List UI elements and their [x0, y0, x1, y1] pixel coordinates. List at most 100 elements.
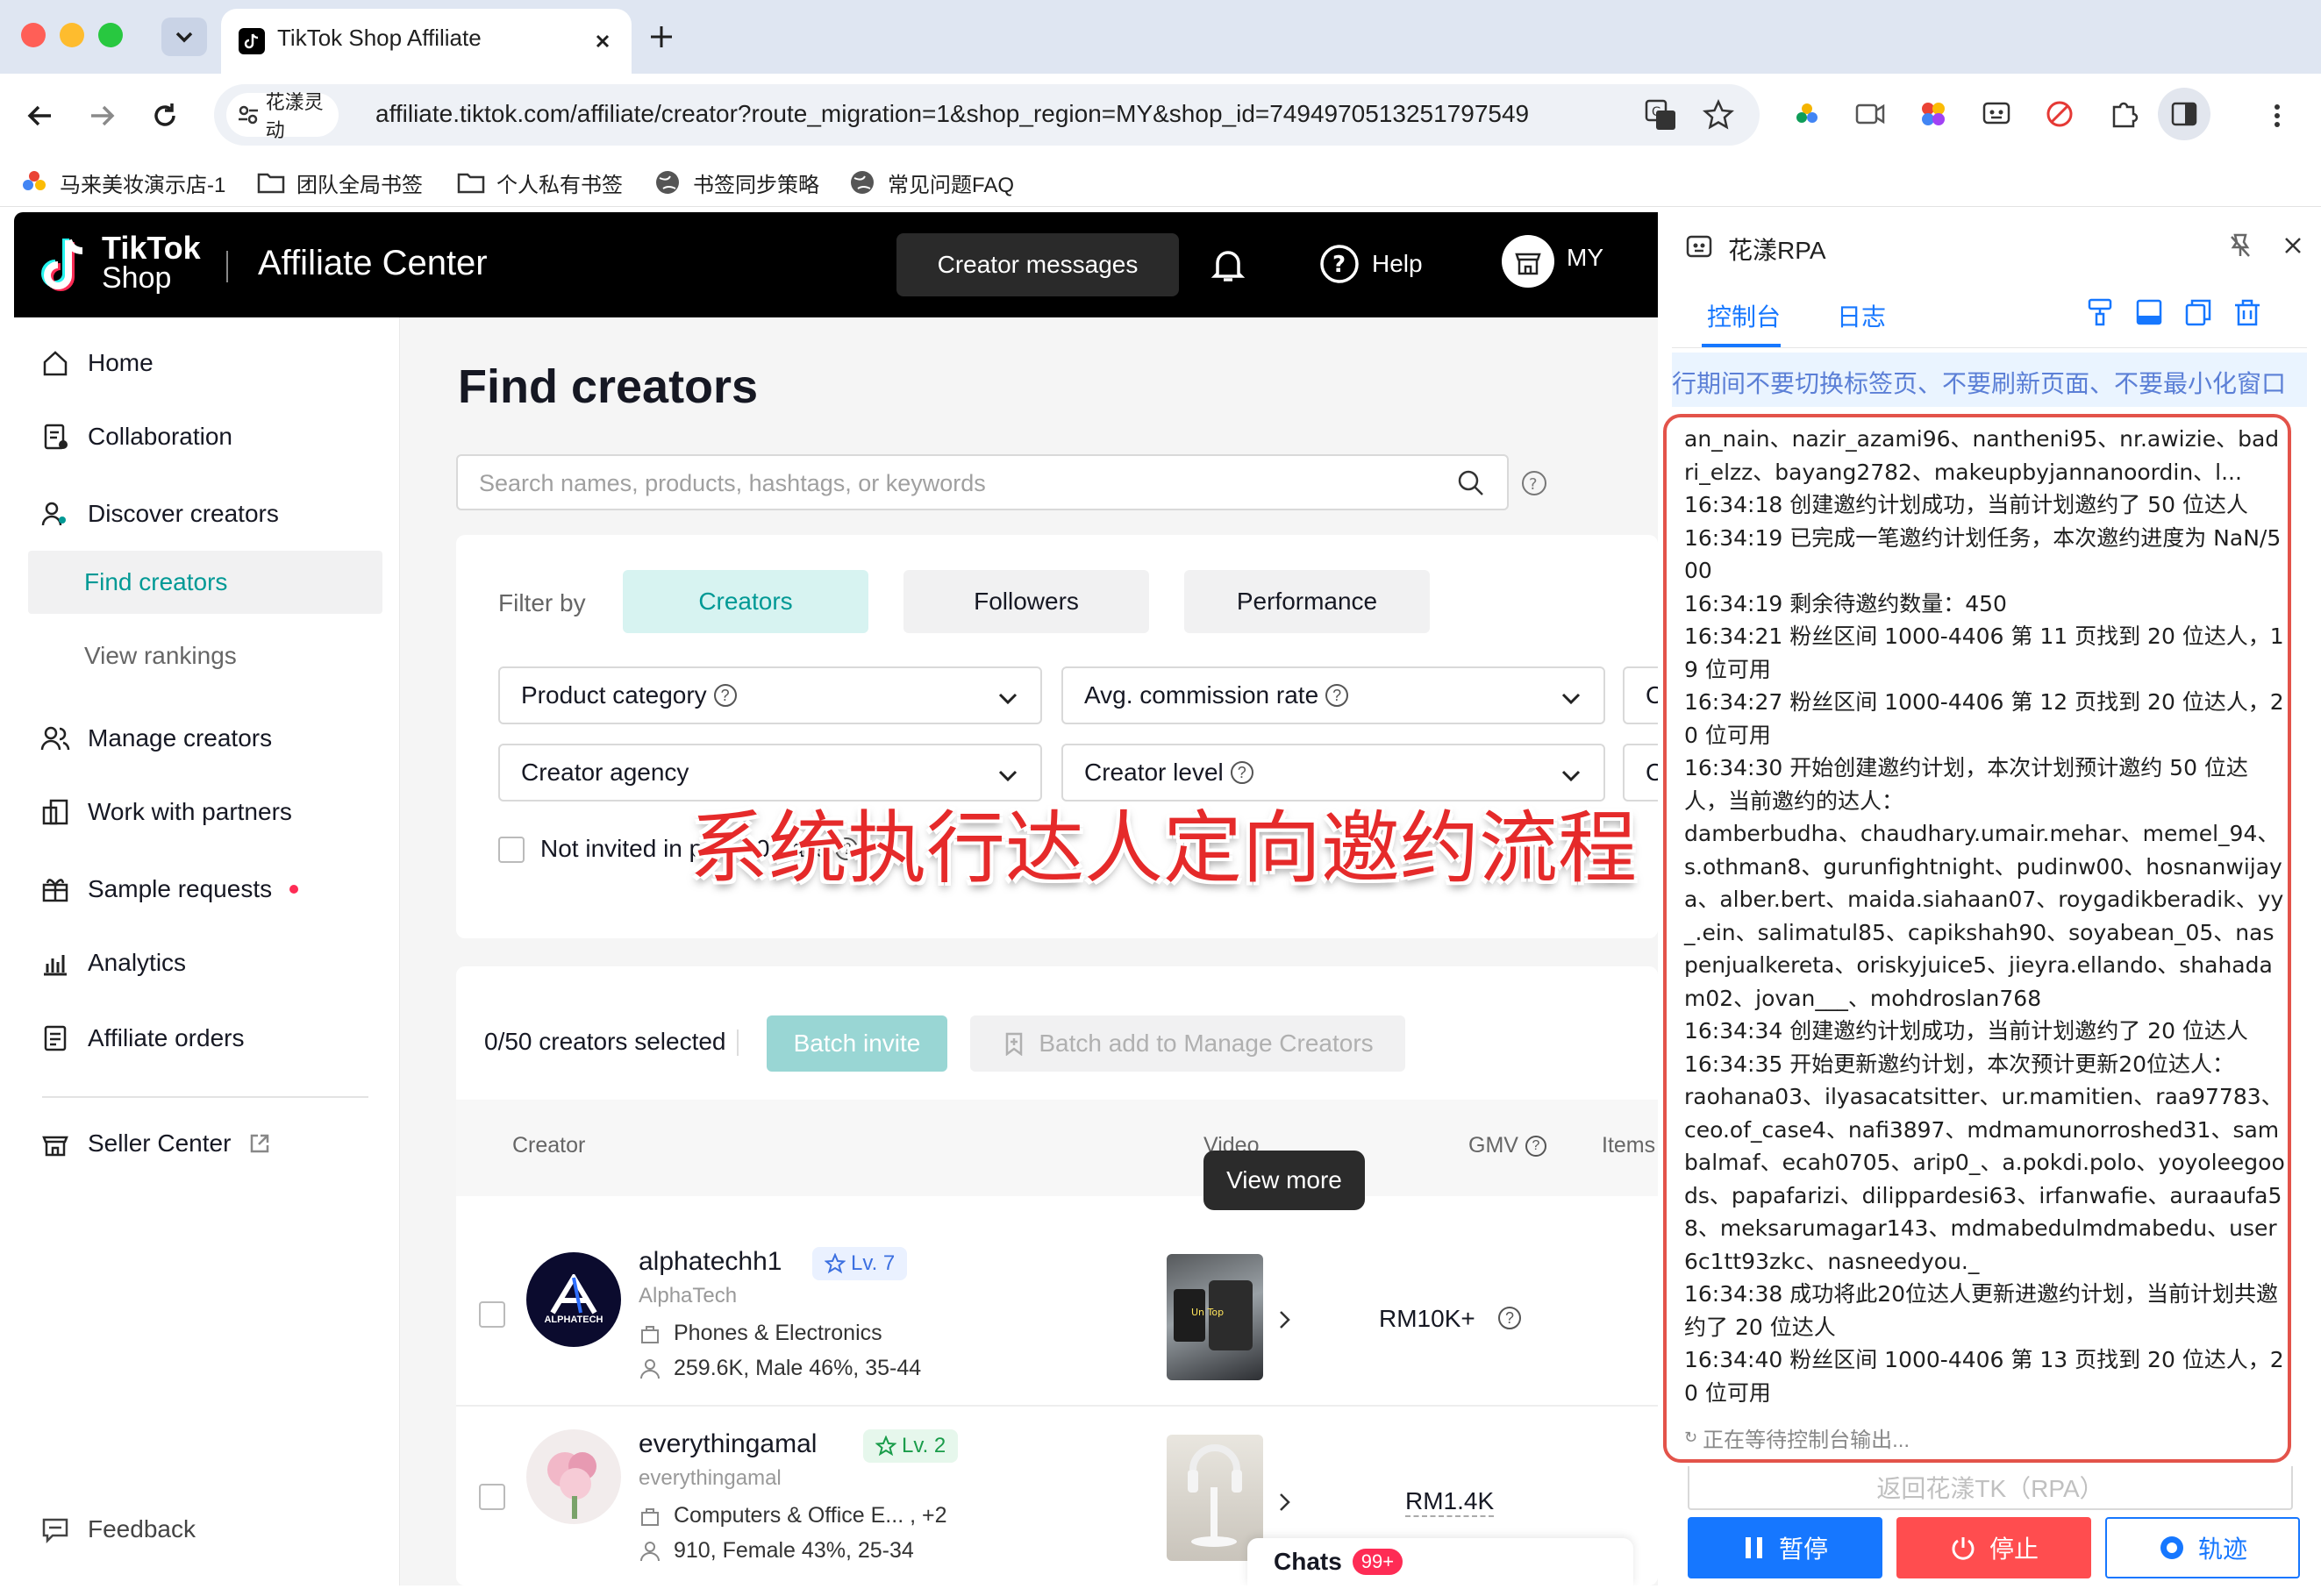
pin-icon[interactable]: [2226, 232, 2254, 264]
tab-console[interactable]: 控制台: [1707, 298, 1781, 333]
track-button[interactable]: 轨迹: [2105, 1517, 2300, 1578]
sidebar-item-affiliate-orders[interactable]: Affiliate orders: [40, 1008, 244, 1068]
back-icon[interactable]: [23, 98, 58, 138]
track-label: 轨迹: [2197, 1535, 2247, 1563]
extension-pinwheel-icon[interactable]: [1916, 96, 1951, 136]
close-panel-icon[interactable]: [2279, 232, 2307, 264]
extension-camera-icon[interactable]: [1853, 96, 1888, 136]
creator-category: Computers & Office E... , +2: [639, 1503, 946, 1528]
site-settings-icon[interactable]: 花漾灵动: [226, 91, 339, 141]
search-icon[interactable]: [1456, 468, 1486, 502]
results-card: 0/50 creators selected Batch invite Batc…: [456, 966, 1658, 1585]
creator-name[interactable]: alphatechh1: [639, 1247, 782, 1277]
copy-icon[interactable]: [2182, 296, 2214, 332]
trash-icon[interactable]: [2232, 296, 2263, 332]
address-bar[interactable]: 花漾灵动 affiliate.tiktok.com/affiliate/crea…: [214, 84, 1760, 146]
filter-by-label: Filter by: [498, 589, 586, 616]
extensions-puzzle-icon[interactable]: [2107, 96, 2142, 136]
bookmark-folder[interactable]: 个人私有书签: [456, 167, 623, 198]
notification-bell-icon[interactable]: [1207, 244, 1249, 290]
console-log: an_nain、nazir_azami96、nantheni95、nr.awiz…: [1663, 414, 2291, 1463]
tab-log[interactable]: 日志: [1837, 298, 1886, 333]
tab-bar: TikTok Shop Affiliate: [0, 0, 2321, 74]
reload-icon[interactable]: [147, 98, 182, 138]
return-button[interactable]: 返回花漾TK（RPA）: [1688, 1466, 2293, 1510]
sidebar-item-manage-creators[interactable]: Manage creators: [40, 709, 272, 768]
content-type-dropdown[interactable]: Co: [1623, 666, 1658, 724]
tab-list-button[interactable]: [161, 18, 207, 56]
extension-robot-icon[interactable]: [1979, 96, 2014, 136]
extension-flower-icon[interactable]: [1789, 96, 1825, 136]
search-input[interactable]: Search names, products, hashtags, or key…: [456, 454, 1509, 510]
close-tab-icon[interactable]: [589, 28, 616, 59]
table-row[interactable]: ALPHATECH alphatechh1 Lv. 7 AlphaTech Ph…: [456, 1226, 1658, 1407]
pause-button[interactable]: 暂停: [1688, 1517, 1882, 1578]
side-panel-icon[interactable]: [2158, 88, 2210, 140]
bookmark-item[interactable]: 马来美妆演示店-1: [19, 167, 225, 198]
search-help-icon[interactable]: ?: [1519, 468, 1549, 502]
level-label: Lv. 7: [851, 1251, 896, 1275]
partners-icon: [42, 799, 68, 825]
product-category-dropdown[interactable]: Product category?: [498, 666, 1042, 724]
brush-icon[interactable]: [2084, 296, 2116, 332]
sidebar-item-collaboration[interactable]: Collaboration: [40, 407, 232, 467]
filter-tab-followers[interactable]: Followers: [903, 570, 1149, 633]
bookmark-star-icon[interactable]: [1702, 98, 1735, 136]
log-line: 16:34:38 成功将此20位达人更新进邀约计划，当前计划共邀约了 20 位达…: [1684, 1281, 2279, 1340]
help-button[interactable]: ? Help: [1319, 244, 1423, 284]
new-tab-icon[interactable]: [646, 21, 677, 57]
commission-rate-dropdown[interactable]: Avg. commission rate?: [1061, 666, 1605, 724]
sidebar-item-find-creators[interactable]: Find creators: [28, 551, 382, 614]
minimize-window-button[interactable]: [60, 23, 84, 47]
layout-icon[interactable]: [2133, 296, 2165, 332]
url-text[interactable]: affiliate.tiktok.com/affiliate/creator?r…: [375, 100, 1529, 128]
not-invited-checkbox[interactable]: [498, 837, 525, 863]
row-checkbox[interactable]: [479, 1484, 505, 1510]
avatar: ALPHATECH: [526, 1252, 621, 1347]
filter-tab-creators[interactable]: Creators: [623, 570, 868, 633]
tab-tiktok-affiliate[interactable]: TikTok Shop Affiliate: [221, 9, 632, 74]
sidebar-item-discover-creators[interactable]: Discover creators: [40, 484, 279, 544]
sidebar-item-sample-requests[interactable]: Sample requests: [40, 859, 299, 919]
translate-icon[interactable]: G: [1644, 98, 1677, 136]
pause-icon: [1745, 1537, 1762, 1558]
sidebar-item-work-with-partners[interactable]: Work with partners: [40, 782, 292, 842]
sidebar-item-analytics[interactable]: Analytics: [40, 933, 186, 993]
stop-button[interactable]: 停止: [1896, 1517, 2091, 1578]
batch-invite-button[interactable]: Batch invite: [767, 1015, 947, 1072]
creator-name[interactable]: everythingamal: [639, 1429, 817, 1459]
creator-messages-button[interactable]: Creator messages: [896, 233, 1179, 296]
chats-button[interactable]: Chats 99+: [1247, 1538, 1633, 1585]
browser-menu-icon[interactable]: [2268, 98, 2286, 138]
sidebar-item-view-rankings[interactable]: View rankings: [84, 626, 237, 686]
gmv-info-icon[interactable]: ?: [1498, 1307, 1521, 1329]
flowers-avatar-icon: [547, 1452, 596, 1519]
account-menu[interactable]: MY: [1502, 235, 1603, 288]
zoom-window-button[interactable]: [98, 23, 123, 47]
bookmark-item[interactable]: 常见问题FAQ: [847, 167, 1014, 198]
collaboration-icon: [44, 424, 68, 450]
bookmark-item[interactable]: 书签同步策略: [653, 167, 819, 198]
creator-handle: AlphaTech: [639, 1284, 738, 1307]
person-icon: [640, 1541, 660, 1561]
forward-icon[interactable]: [84, 98, 119, 138]
filter-tab-performance[interactable]: Performance: [1184, 570, 1430, 633]
chevron-down-icon: [998, 693, 1018, 705]
extension-block-icon[interactable]: [2042, 96, 2077, 136]
column-gmv: GMV?: [1468, 1133, 1546, 1158]
manage-icon: [40, 726, 70, 751]
feedback-button[interactable]: Feedback: [40, 1500, 196, 1559]
row-checkbox[interactable]: [479, 1301, 505, 1328]
analytics-icon: [44, 955, 67, 976]
sidebar-item-seller-center[interactable]: Seller Center: [40, 1114, 271, 1173]
sidebar-item-home[interactable]: Home: [40, 333, 154, 393]
video-thumbnail[interactable]: Un Top: [1167, 1254, 1263, 1380]
close-window-button[interactable]: [21, 23, 46, 47]
batch-add-button[interactable]: Batch add to Manage Creators: [970, 1015, 1405, 1072]
info-icon: ?: [1230, 761, 1253, 784]
region-label: MY: [1567, 244, 1603, 271]
chevron-right-icon[interactable]: [1272, 1307, 1298, 1333]
chevron-right-icon[interactable]: [1272, 1489, 1298, 1515]
gift-icon: [42, 879, 68, 902]
bookmark-folder[interactable]: 团队全局书签: [256, 167, 423, 198]
